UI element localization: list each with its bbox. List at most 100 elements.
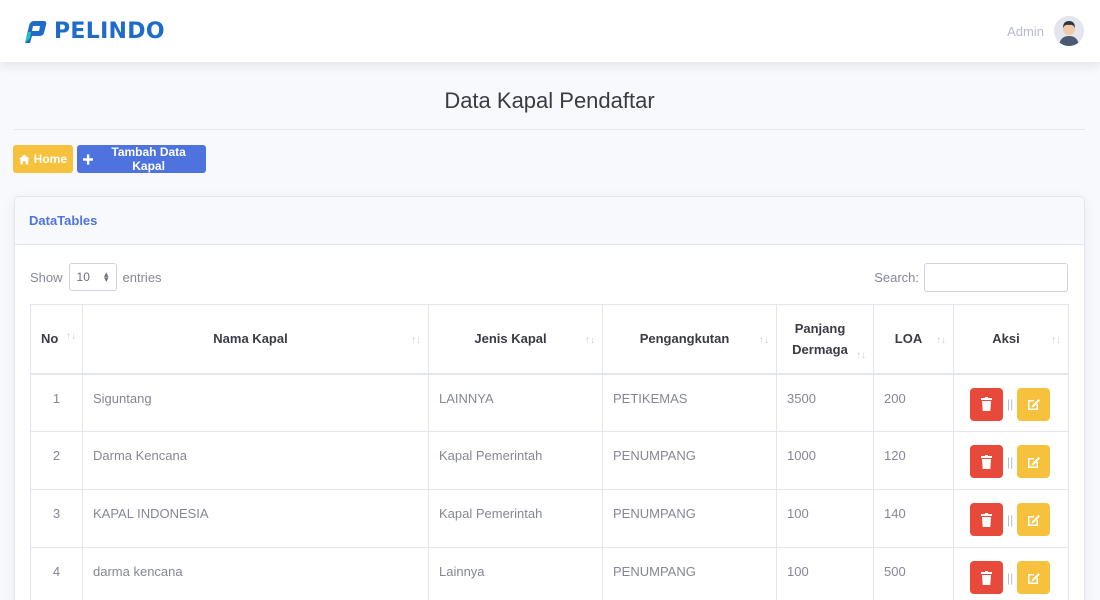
- table-row: 1 Siguntang LAINNYA PETIKEMAS 3500 200 |…: [30, 373, 1069, 432]
- cell-pengangkutan: PENUMPANG: [602, 431, 777, 490]
- cell-no: 2: [30, 431, 83, 490]
- trash-icon: [981, 397, 992, 411]
- cell-jenis-kapal: Kapal Pemerintah: [428, 431, 603, 490]
- cell-nama-kapal: Siguntang: [82, 373, 429, 432]
- edit-icon: [1027, 399, 1040, 410]
- topbar: PELINDO Admin: [0, 0, 1100, 62]
- delete-button[interactable]: [970, 445, 1003, 478]
- column-header-aksi-label: Aksi: [992, 331, 1020, 347]
- page-length-select[interactable]: 10 ▴ ▾: [68, 263, 117, 291]
- page-title: Data Kapal Pendaftar: [444, 88, 655, 113]
- cell-panjang-dermaga: 1000: [776, 431, 874, 490]
- delete-button[interactable]: [970, 561, 1003, 594]
- cell-nama-kapal: Darma Kencana: [82, 431, 429, 490]
- cell-pengangkutan: PENUMPANG: [602, 547, 777, 600]
- select-arrows-icon: ▴ ▾: [104, 269, 109, 284]
- title-divider: [14, 129, 1085, 130]
- table-row: 4 darma kencana Lainnya PENUMPANG 100 50…: [30, 547, 1069, 600]
- action-separator: ||: [1007, 512, 1014, 527]
- search-input[interactable]: [924, 263, 1068, 292]
- table-header-row: No ↑↓ Nama Kapal ↑↓ Jenis Kapal ↑↓ Pengangk…: [30, 304, 1069, 375]
- sort-icon: ↑↓: [759, 335, 769, 346]
- show-label: Show: [30, 269, 63, 285]
- entries-label: entries: [122, 269, 162, 285]
- column-header-loa[interactable]: LOA ↑↓: [873, 304, 954, 375]
- add-ship-button[interactable]: Tambah Data Kapal: [77, 145, 206, 173]
- column-header-jenis-kapal[interactable]: Jenis Kapal ↑↓: [428, 304, 603, 375]
- column-header-loa-label: LOA: [894, 331, 923, 347]
- edit-button[interactable]: [1017, 445, 1051, 478]
- column-header-panjang-dermaga[interactable]: Panjang Dermaga ↑↓: [776, 304, 874, 375]
- home-button[interactable]: Home: [13, 145, 73, 173]
- page-length-value: 10: [76, 270, 90, 284]
- plus-icon: [83, 153, 94, 165]
- user-name: Admin: [1007, 23, 1044, 39]
- cell-loa: 500: [873, 547, 954, 600]
- trash-icon: [981, 454, 992, 469]
- card-title: DataTables: [29, 213, 98, 228]
- column-header-no-label: No: [41, 331, 59, 347]
- cell-no: 1: [30, 373, 83, 432]
- cell-pengangkutan: PENUMPANG: [602, 489, 777, 548]
- search-control: Search:: [874, 263, 1068, 292]
- cell-aksi: ||: [953, 489, 1069, 548]
- edit-button[interactable]: [1017, 387, 1051, 421]
- column-header-no[interactable]: No ↑↓: [30, 304, 83, 375]
- cell-loa: 140: [873, 489, 954, 548]
- add-ship-button-label: Tambah Data Kapal: [111, 145, 186, 173]
- sort-icon: ↑↓: [411, 335, 421, 346]
- cell-panjang-dermaga: 100: [776, 489, 874, 548]
- entries-length-control: Show 10 ▴ ▾ entries: [30, 263, 162, 291]
- cell-jenis-kapal: LAINNYA: [428, 373, 603, 432]
- edit-icon: [1027, 456, 1040, 468]
- sort-icon: ↑↓: [856, 350, 866, 361]
- column-header-jenis-kapal-label: Jenis Kapal: [474, 331, 547, 347]
- sort-icon: ↑↓: [936, 335, 946, 346]
- action-separator: ||: [1007, 397, 1014, 411]
- datatable-card: DataTables Show 10 ▴ ▾ entries Search: No…: [14, 196, 1085, 600]
- ships-table: No ↑↓ Nama Kapal ↑↓ Jenis Kapal ↑↓ Pengangk…: [30, 304, 1069, 600]
- pelindo-logo-icon: [25, 21, 47, 43]
- table-row: 3 KAPAL INDONESIA Kapal Pemerintah PENUM…: [30, 489, 1069, 548]
- sort-icon: ↑↓: [585, 335, 595, 346]
- cell-no: 3: [30, 489, 83, 548]
- home-button-label: Home: [33, 152, 67, 166]
- cell-jenis-kapal: Lainnya: [428, 547, 603, 600]
- delete-button[interactable]: [970, 503, 1003, 536]
- cell-aksi: ||: [953, 431, 1069, 490]
- table-row: 2 Darma Kencana Kapal Pemerintah PENUMPA…: [30, 431, 1069, 490]
- edit-icon: [1027, 572, 1040, 584]
- column-header-pengangkutan-label: Pengangkutan: [639, 331, 730, 347]
- edit-icon: [1027, 514, 1040, 526]
- user-avatar-icon: [1054, 16, 1084, 46]
- cell-panjang-dermaga: 3500: [776, 373, 874, 432]
- cell-loa: 200: [873, 373, 954, 432]
- cell-panjang-dermaga: 100: [776, 547, 874, 600]
- column-header-dermaga-label: Dermaga: [792, 341, 848, 357]
- trash-icon: [981, 512, 992, 527]
- edit-button[interactable]: [1017, 503, 1051, 536]
- user-menu[interactable]: Admin: [1007, 16, 1084, 46]
- column-header-nama-kapal-label: Nama Kapal: [213, 331, 288, 347]
- cell-nama-kapal: darma kencana: [82, 547, 429, 600]
- home-icon: [19, 154, 30, 164]
- trash-icon: [981, 570, 992, 585]
- sort-icon: ↑↓: [66, 331, 76, 342]
- sort-icon: ↑↓: [1051, 335, 1061, 346]
- column-header-panjang-label: Panjang: [794, 320, 846, 336]
- column-header-pengangkutan[interactable]: Pengangkutan ↑↓: [602, 304, 777, 375]
- brand-logo-link[interactable]: PELINDO: [22, 18, 165, 44]
- edit-button[interactable]: [1017, 561, 1051, 594]
- cell-pengangkutan: PETIKEMAS: [602, 373, 777, 432]
- column-header-aksi[interactable]: Aksi ↑↓: [953, 304, 1069, 375]
- cell-aksi: ||: [953, 547, 1069, 600]
- cell-no: 4: [30, 547, 83, 600]
- cell-aksi: ||: [953, 373, 1069, 432]
- action-separator: ||: [1007, 454, 1014, 469]
- cell-loa: 120: [873, 431, 954, 490]
- delete-button[interactable]: [970, 387, 1003, 421]
- column-header-nama-kapal[interactable]: Nama Kapal ↑↓: [82, 304, 429, 375]
- brand-name: PELINDO: [54, 18, 165, 44]
- cell-nama-kapal: KAPAL INDONESIA: [82, 489, 429, 548]
- cell-jenis-kapal: Kapal Pemerintah: [428, 489, 603, 548]
